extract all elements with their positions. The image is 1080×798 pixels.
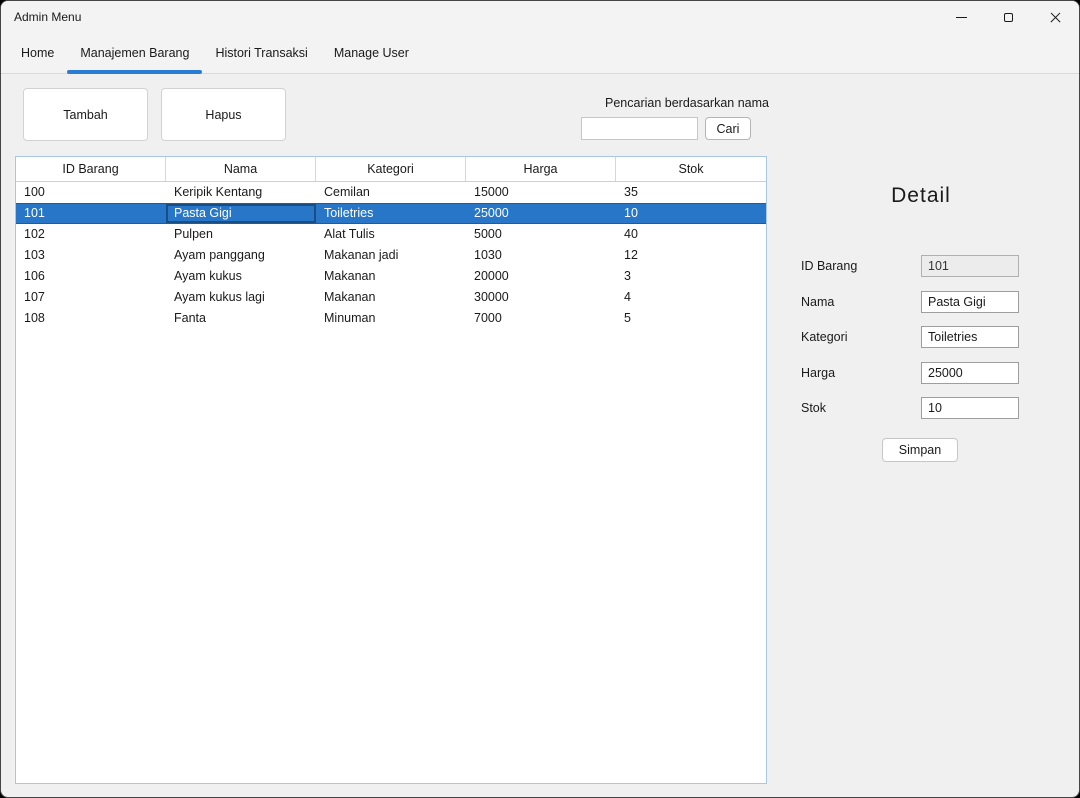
table-cell[interactable]: 15000 (466, 182, 616, 203)
table-cell[interactable]: Makanan (316, 266, 466, 287)
detail-input-kategori[interactable] (921, 326, 1019, 348)
table-cell[interactable]: 25000 (466, 204, 616, 223)
detail-title: Detail (821, 184, 1021, 208)
table-row[interactable]: 106Ayam kukusMakanan200003 (16, 266, 766, 287)
table-cell[interactable]: Ayam kukus (166, 266, 316, 287)
table-cell[interactable]: 30000 (466, 287, 616, 308)
table-row[interactable]: 107Ayam kukus lagiMakanan300004 (16, 287, 766, 308)
table-cell[interactable]: 100 (16, 182, 166, 203)
table-cell[interactable]: Ayam panggang (166, 245, 316, 266)
table-header: ID BarangNamaKategoriHargaStok (16, 157, 766, 182)
column-header-harga[interactable]: Harga (466, 157, 616, 181)
table-cell[interactable]: Ayam kukus lagi (166, 287, 316, 308)
detail-row-harga: Harga (801, 362, 1041, 384)
table-body: 100Keripik KentangCemilan1500035101Pasta… (16, 182, 766, 329)
table-cell[interactable]: Makanan (316, 287, 466, 308)
detail-label-stok: Stok (801, 401, 921, 415)
table-cell[interactable]: 10 (616, 204, 766, 223)
table-cell[interactable]: 101 (16, 204, 166, 223)
hapus-button[interactable]: Hapus (161, 88, 286, 141)
table-cell[interactable]: Toiletries (316, 204, 466, 223)
window-controls (938, 1, 1079, 33)
table-cell[interactable]: Fanta (166, 308, 316, 329)
table-cell[interactable]: 103 (16, 245, 166, 266)
table-cell[interactable]: 3 (616, 266, 766, 287)
tab-strip: HomeManajemen BarangHistori TransaksiMan… (1, 33, 1079, 74)
tab-manajemen-barang[interactable]: Manajemen Barang (67, 33, 202, 73)
detail-label-nama: Nama (801, 295, 921, 309)
detail-label-id-barang: ID Barang (801, 259, 921, 273)
table-cell[interactable]: 7000 (466, 308, 616, 329)
close-button[interactable] (1032, 1, 1079, 33)
table-cell[interactable]: 35 (616, 182, 766, 203)
tab-histori-transaksi[interactable]: Histori Transaksi (202, 33, 320, 73)
search-input[interactable] (581, 117, 698, 140)
table-cell[interactable]: 107 (16, 287, 166, 308)
detail-row-stok: Stok (801, 397, 1041, 419)
maximize-button[interactable] (985, 1, 1032, 33)
table-cell[interactable]: Pasta Gigi (166, 204, 316, 223)
column-header-kategori[interactable]: Kategori (316, 157, 466, 181)
detail-row-id-barang: ID Barang (801, 255, 1041, 277)
table-cell[interactable]: 4 (616, 287, 766, 308)
table-cell[interactable]: Alat Tulis (316, 224, 466, 245)
detail-label-kategori: Kategori (801, 330, 921, 344)
column-header-stok[interactable]: Stok (616, 157, 766, 181)
detail-input-id-barang[interactable] (921, 255, 1019, 277)
table-cell[interactable]: 102 (16, 224, 166, 245)
table-row[interactable]: 102PulpenAlat Tulis500040 (16, 224, 766, 245)
tab-manage-user[interactable]: Manage User (321, 33, 422, 73)
table-cell[interactable]: 106 (16, 266, 166, 287)
cari-button[interactable]: Cari (705, 117, 751, 140)
detail-row-kategori: Kategori (801, 326, 1041, 348)
minimize-button[interactable] (938, 1, 985, 33)
window-title: Admin Menu (14, 10, 81, 24)
table-cell[interactable]: 1030 (466, 245, 616, 266)
table-cell[interactable]: 5000 (466, 224, 616, 245)
tab-home[interactable]: Home (8, 33, 67, 73)
close-icon (1049, 11, 1062, 24)
maximize-icon (1004, 13, 1013, 22)
table-row[interactable]: 103Ayam panggangMakanan jadi103012 (16, 245, 766, 266)
table-row[interactable]: 108FantaMinuman70005 (16, 308, 766, 329)
tambah-button[interactable]: Tambah (23, 88, 148, 141)
minimize-icon (956, 17, 967, 18)
table-cell[interactable]: Keripik Kentang (166, 182, 316, 203)
simpan-button[interactable]: Simpan (882, 438, 958, 462)
app-window: Admin Menu HomeManajemen BarangHistori T… (0, 0, 1080, 798)
table-row[interactable]: 101Pasta GigiToiletries2500010 (16, 203, 766, 224)
column-header-id-barang[interactable]: ID Barang (16, 157, 166, 181)
table-cell[interactable]: 5 (616, 308, 766, 329)
table-cell[interactable]: 20000 (466, 266, 616, 287)
title-bar[interactable]: Admin Menu (1, 1, 1079, 33)
items-table: ID BarangNamaKategoriHargaStok 100Keripi… (15, 156, 767, 784)
table-cell[interactable]: 40 (616, 224, 766, 245)
table-cell[interactable]: 12 (616, 245, 766, 266)
detail-row-nama: Nama (801, 291, 1041, 313)
column-header-nama[interactable]: Nama (166, 157, 316, 181)
detail-input-nama[interactable] (921, 291, 1019, 313)
table-cell[interactable]: Cemilan (316, 182, 466, 203)
detail-input-stok[interactable] (921, 397, 1019, 419)
detail-label-harga: Harga (801, 366, 921, 380)
table-cell[interactable]: 108 (16, 308, 166, 329)
table-row[interactable]: 100Keripik KentangCemilan1500035 (16, 182, 766, 203)
table-cell[interactable]: Pulpen (166, 224, 316, 245)
table-cell[interactable]: Makanan jadi (316, 245, 466, 266)
search-label: Pencarian berdasarkan nama (561, 96, 769, 110)
table-cell[interactable]: Minuman (316, 308, 466, 329)
detail-input-harga[interactable] (921, 362, 1019, 384)
